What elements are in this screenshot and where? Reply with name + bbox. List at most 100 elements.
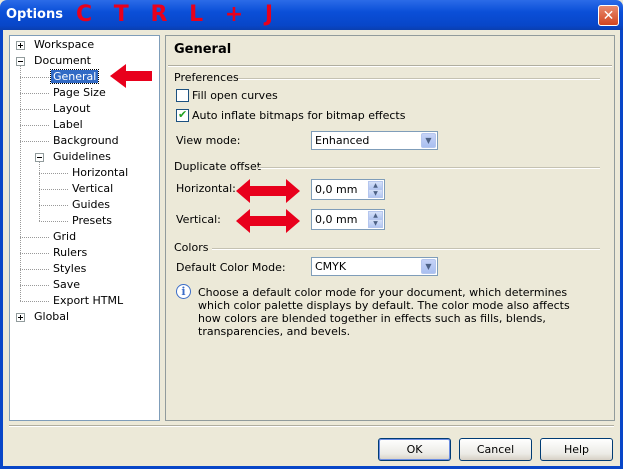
view-mode-value: Enhanced	[315, 134, 370, 147]
tree-item-layout[interactable]: Layout	[51, 101, 92, 117]
shortcut-annotation: C T R L + J	[76, 2, 281, 27]
tree-item-document[interactable]: Document	[32, 53, 93, 69]
tree-item-save[interactable]: Save	[51, 277, 82, 293]
tree-item-label: Label	[53, 118, 83, 131]
chevron-down-icon[interactable]: ▼	[421, 133, 436, 148]
tree-item-label: Layout	[53, 102, 91, 115]
tree-item-general[interactable]: General	[49, 69, 100, 85]
tree-item-label: General	[49, 69, 100, 84]
pointer-arrow-annotation	[110, 64, 152, 88]
fill-open-curves-checkbox[interactable]	[176, 89, 189, 102]
tree-item-vertical[interactable]: Vertical	[70, 181, 115, 197]
spin-down-icon[interactable]: ▼	[368, 219, 383, 228]
duplicate-offset-heading: Duplicate offset	[174, 160, 262, 173]
ok-button[interactable]: OK	[378, 438, 451, 461]
double-arrow-annotation	[236, 209, 300, 233]
tree-item-background[interactable]: Background	[51, 133, 121, 149]
fill-open-curves-label: Fill open curves	[192, 89, 278, 102]
chevron-down-icon[interactable]: ▼	[421, 259, 436, 274]
colors-rule	[212, 248, 600, 250]
tree-item-label: Grid	[53, 230, 77, 243]
auto-inflate-label: Auto inflate bitmaps for bitmap effects	[192, 109, 406, 122]
tree-connector	[20, 141, 49, 142]
tree-item-guides[interactable]: Guides	[70, 197, 112, 213]
tree-item-label: Global	[34, 310, 70, 323]
tree-item-export-html[interactable]: Export HTML	[51, 293, 125, 309]
tree-connector	[20, 66, 21, 301]
tree-connector	[20, 125, 49, 126]
expand-icon[interactable]	[16, 313, 25, 322]
duplicate-offset-rule	[258, 167, 600, 169]
preferences-heading: Preferences	[174, 71, 239, 84]
tree-connector	[20, 301, 49, 302]
tree-item-styles[interactable]: Styles	[51, 261, 88, 277]
tree-connector	[20, 285, 49, 286]
tree-item-label: Vertical	[72, 182, 114, 195]
vertical-label: Vertical:	[176, 213, 221, 226]
tree-item-label: Styles	[53, 262, 87, 275]
page-title: General	[174, 42, 232, 57]
tree-item-label: Background	[53, 134, 119, 147]
tree-item-label: Rulers	[53, 246, 88, 259]
window-title: Options	[6, 7, 63, 22]
horizontal-offset-field[interactable]: 0,0 mm ▲ ▼	[311, 179, 385, 200]
tree-item-label: Save	[53, 278, 81, 291]
tree-connector	[20, 237, 49, 238]
tree-item-grid[interactable]: Grid	[51, 229, 78, 245]
double-arrow-annotation	[236, 179, 300, 203]
tree-item-page-size[interactable]: Page Size	[51, 85, 108, 101]
horizontal-offset-value: 0,0 mm	[315, 183, 358, 196]
view-mode-label: View mode:	[176, 134, 241, 147]
tree-item-label: Guides	[72, 198, 111, 211]
tree-connector	[39, 189, 68, 190]
tree-connector	[39, 173, 68, 174]
tree-item-label: Page Size	[53, 86, 106, 99]
tree-item-label: Horizontal	[72, 166, 129, 179]
tree-connector	[39, 221, 68, 222]
tree-item-workspace[interactable]: Workspace	[32, 37, 96, 53]
tree-item-label: Workspace	[34, 38, 95, 51]
tree-item-label: Document	[34, 54, 91, 67]
button-divider	[9, 425, 614, 427]
auto-inflate-checkbox[interactable]	[176, 108, 189, 122]
default-color-mode-value: CMYK	[315, 260, 347, 273]
title-divider	[168, 65, 612, 67]
general-panel: General Preferences Fill open curves Aut…	[165, 35, 615, 421]
tree-item-global[interactable]: Global	[32, 309, 71, 325]
tree-item-label: Export HTML	[53, 294, 124, 307]
tree-item-label: Guidelines	[53, 150, 111, 163]
default-color-mode-label: Default Color Mode:	[176, 261, 286, 274]
tree-connector	[39, 205, 68, 206]
tree-connector	[20, 109, 49, 110]
colors-heading: Colors	[174, 241, 209, 254]
tree-item-guidelines[interactable]: Guidelines	[51, 149, 113, 165]
cancel-button[interactable]: Cancel	[459, 438, 532, 461]
tree-connector	[20, 93, 49, 94]
help-button[interactable]: Help	[540, 438, 613, 461]
tree-connector	[20, 269, 49, 270]
collapse-icon[interactable]	[35, 153, 44, 162]
vertical-offset-value: 0,0 mm	[315, 213, 358, 226]
options-tree[interactable]: Workspace Document General Page Size Layout L…	[9, 35, 160, 421]
vertical-offset-field[interactable]: 0,0 mm ▲ ▼	[311, 209, 385, 230]
preferences-rule	[238, 78, 600, 80]
tree-item-horizontal[interactable]: Horizontal	[70, 165, 130, 181]
tree-item-rulers[interactable]: Rulers	[51, 245, 89, 261]
tree-item-label: Presets	[72, 214, 113, 227]
title-bar: Options C T R L + J ✕	[0, 0, 623, 30]
info-icon: i	[176, 284, 191, 299]
spin-down-icon[interactable]: ▼	[368, 189, 383, 198]
default-color-mode-select[interactable]: CMYK ▼	[311, 257, 438, 276]
horizontal-label: Horizontal:	[176, 182, 236, 195]
expand-icon[interactable]	[16, 41, 25, 50]
tree-connector	[20, 253, 49, 254]
color-mode-description: Choose a default color mode for your doc…	[198, 286, 570, 338]
tree-connector	[39, 162, 40, 221]
close-button[interactable]: ✕	[598, 5, 619, 26]
collapse-icon[interactable]	[16, 57, 25, 66]
close-icon: ✕	[602, 8, 615, 24]
tree-connector	[20, 77, 49, 78]
view-mode-select[interactable]: Enhanced ▼	[311, 131, 438, 150]
tree-item-presets[interactable]: Presets	[70, 213, 114, 229]
tree-item-label[interactable]: Label	[51, 117, 85, 133]
